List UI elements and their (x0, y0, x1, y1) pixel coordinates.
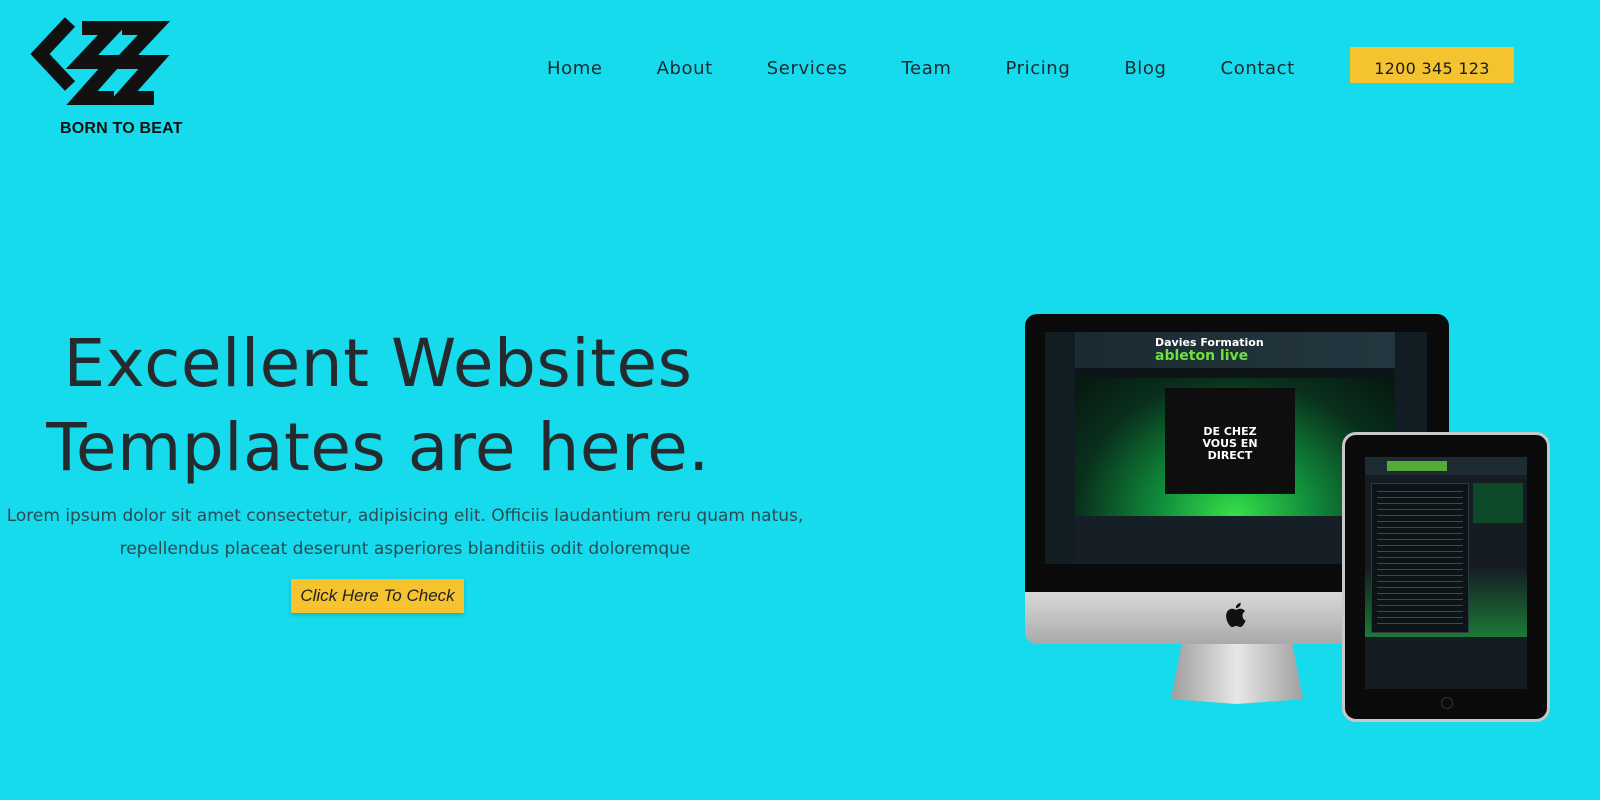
hero-title-line1: Excellent Websites (63, 325, 693, 402)
ipad-screen-text (1377, 491, 1463, 627)
phone-button[interactable]: 1200 345 123 (1350, 47, 1514, 83)
logo-mark-icon (30, 17, 171, 105)
hero-title: Excellent Websites Templates are here. (0, 322, 756, 490)
hero-subtitle-line2: repellendus placeat deserunt asperiores … (119, 539, 691, 559)
imac-stand (1171, 644, 1303, 704)
nav-home[interactable]: Home (547, 58, 603, 79)
nav-team[interactable]: Team (901, 58, 951, 79)
ipad-screen-sidebar (1473, 483, 1523, 523)
screen-header: Davies Formation ableton live (1075, 332, 1395, 368)
main-nav: Home About Services Team Pricing Blog Co… (547, 58, 1295, 79)
ipad-screen (1365, 457, 1527, 689)
nav-services[interactable]: Services (767, 58, 848, 79)
ipad-mockup (1342, 432, 1550, 722)
brand-logo[interactable]: BORN TO BEAT (30, 12, 190, 142)
screen-video: DE CHEZ VOUS EN DIRECT (1165, 388, 1295, 494)
screen-video-text: DE CHEZ VOUS EN DIRECT (1202, 425, 1258, 462)
nav-blog[interactable]: Blog (1124, 58, 1166, 79)
hero-title-line2: Templates are here. (46, 409, 710, 486)
nav-pricing[interactable]: Pricing (1005, 58, 1070, 79)
apple-icon (1226, 602, 1246, 628)
screen-brand-line2: ableton live (1155, 348, 1249, 364)
hero-subtitle: Lorem ipsum dolor sit amet consectetur, … (0, 500, 810, 566)
ipad-screen-brand (1387, 461, 1447, 471)
logo-text: BORN TO BEAT (60, 120, 183, 137)
nav-contact[interactable]: Contact (1221, 58, 1295, 79)
screen-menu (1075, 368, 1395, 378)
ipad-screen-header (1365, 457, 1527, 475)
nav-about[interactable]: About (657, 58, 713, 79)
cta-button[interactable]: Click Here To Check (291, 579, 464, 613)
hero-subtitle-line1: Lorem ipsum dolor sit amet consectetur, … (6, 506, 804, 526)
device-mockup: Davies Formation ableton live DE CHEZ VO… (1020, 300, 1580, 730)
ipad-home-button (1441, 697, 1453, 709)
